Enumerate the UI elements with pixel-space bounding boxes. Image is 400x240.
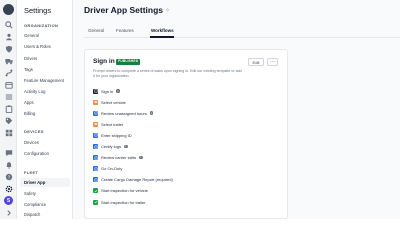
- workflow-step[interactable]: Go On-Duty: [93, 166, 122, 172]
- step-label: Select vehicle: [101, 99, 126, 105]
- workflow-step[interactable]: Review carrier edits i: [93, 155, 143, 161]
- step-type-icon: [93, 199, 98, 205]
- workflow-step[interactable]: Certify logs i: [93, 144, 128, 150]
- page-title: Driver App Settings ✧: [84, 5, 170, 15]
- step-label: Go On-Duty: [101, 166, 123, 172]
- step-label: Select trailer: [101, 121, 124, 127]
- sidebar-item-devices[interactable]: Devices: [24, 140, 39, 145]
- tab-general[interactable]: General: [88, 28, 104, 33]
- step-type-icon: [93, 144, 98, 149]
- step-type-icon: [93, 99, 98, 105]
- page-title-text: Driver App Settings: [84, 5, 164, 15]
- workflow-card: Sign in PUBLISHED Edit ··· Prompt driver…: [84, 49, 288, 219]
- step-label: Enter shipping ID: [101, 132, 132, 138]
- step-label: Certify logs: [101, 144, 122, 149]
- step-label: Sign in: [101, 88, 114, 94]
- section-devices-label: DEVICES: [24, 129, 44, 134]
- step-label: Review carrier edits: [101, 155, 137, 161]
- sidebar-item-users-roles[interactable]: Users & Roles: [24, 44, 51, 49]
- collapse-icon[interactable]: [4, 208, 13, 217]
- step-label: Start inspection for vehicle: [101, 188, 148, 194]
- workflow-step[interactable]: Select trailer: [93, 121, 123, 127]
- search-icon[interactable]: [4, 20, 13, 29]
- user-avatar[interactable]: S: [4, 196, 13, 205]
- chat-icon[interactable]: [4, 148, 13, 157]
- clipboard-icon[interactable]: [4, 104, 13, 113]
- truck-icon[interactable]: [4, 56, 13, 65]
- step-type-icon: [93, 110, 98, 116]
- sidebar-item-dispatch[interactable]: Dispatch: [24, 212, 40, 217]
- icon-rail: ? S: [0, 0, 17, 219]
- sidebar-item-tags[interactable]: Tags: [24, 67, 33, 72]
- section-organization-label: ORGANIZATION: [24, 23, 59, 28]
- tab-bar: General Features Workflows: [84, 26, 400, 38]
- status-badge: PUBLISHED: [116, 59, 141, 65]
- sidebar-item-driver-app[interactable]: Driver App: [20, 178, 70, 187]
- step-type-icon: [93, 121, 98, 127]
- workflow-step[interactable]: Create Cargo Damage Report (required): [93, 177, 173, 183]
- settings-icon[interactable]: [4, 184, 13, 193]
- edit-button[interactable]: Edit: [248, 58, 264, 66]
- step-type-icon: [93, 88, 98, 94]
- step-type-icon: [93, 166, 98, 172]
- step-type-icon: [93, 132, 98, 138]
- step-type-icon: [93, 188, 98, 194]
- workflow-step[interactable]: Enter shipping ID: [93, 132, 132, 138]
- sidebar-item-apps[interactable]: Apps: [24, 100, 34, 105]
- list-icon[interactable]: [4, 92, 13, 101]
- sidebar-item-activity-log[interactable]: Activity Log: [24, 89, 45, 94]
- workflow-step[interactable]: Sign in i: [93, 88, 120, 94]
- info-icon[interactable]: i: [124, 144, 128, 149]
- info-icon[interactable]: i: [116, 89, 120, 93]
- workflow-title: Sign in: [93, 58, 115, 65]
- info-icon[interactable]: i: [149, 111, 154, 115]
- main-content: Driver App Settings ✧ General Features W…: [73, 0, 400, 219]
- tab-features[interactable]: Features: [116, 28, 134, 33]
- sidebar-item-configuration[interactable]: Configuration: [24, 151, 49, 156]
- step-label: Create Cargo Damage Report (required): [101, 177, 173, 183]
- sidebar-title: Settings: [24, 6, 52, 15]
- settings-sidebar: Settings ORGANIZATION General Users & Ro…: [17, 0, 73, 219]
- active-tab-indicator: [150, 36, 174, 38]
- sidebar-item-drivers[interactable]: Drivers: [24, 56, 37, 61]
- workflow-step[interactable]: Review unassigned hours i: [93, 110, 154, 116]
- bell-icon[interactable]: [4, 160, 13, 169]
- workflow-step[interactable]: Select vehicle: [93, 99, 126, 105]
- tab-workflows[interactable]: Workflows: [151, 28, 174, 33]
- grid-icon[interactable]: [4, 128, 13, 137]
- sidebar-item-general[interactable]: General: [24, 33, 39, 38]
- step-type-icon: [93, 177, 98, 183]
- sidebar-item-feature-management[interactable]: Feature Management: [24, 78, 64, 83]
- sidebar-item-safety[interactable]: Safety: [24, 191, 36, 196]
- tag-icon[interactable]: [4, 116, 13, 125]
- people-icon[interactable]: [4, 32, 13, 41]
- workflow-step[interactable]: Start inspection for trailer: [93, 199, 145, 205]
- help-icon[interactable]: ?: [4, 172, 13, 181]
- sparkle-icon: ✧: [165, 7, 171, 14]
- workflow-description: Prompt drivers to complete a series of t…: [93, 69, 242, 78]
- step-label: Review unassigned hours: [101, 110, 147, 116]
- step-type-icon: [93, 155, 98, 161]
- calendar-icon[interactable]: [4, 80, 13, 89]
- sidebar-item-billing[interactable]: Billing: [24, 111, 35, 116]
- section-fleet-label: FLEET: [24, 170, 39, 175]
- sidebar-item-compliance[interactable]: Compliance: [24, 202, 46, 207]
- workflow-step[interactable]: Start inspection for vehicle: [93, 188, 148, 194]
- info-icon[interactable]: i: [139, 155, 143, 160]
- more-options-button[interactable]: ···: [267, 58, 278, 66]
- shield-icon[interactable]: [4, 44, 13, 53]
- step-label: Start inspection for trailer: [101, 199, 146, 205]
- route-icon[interactable]: [4, 68, 13, 77]
- brand-logo-icon[interactable]: [3, 4, 14, 15]
